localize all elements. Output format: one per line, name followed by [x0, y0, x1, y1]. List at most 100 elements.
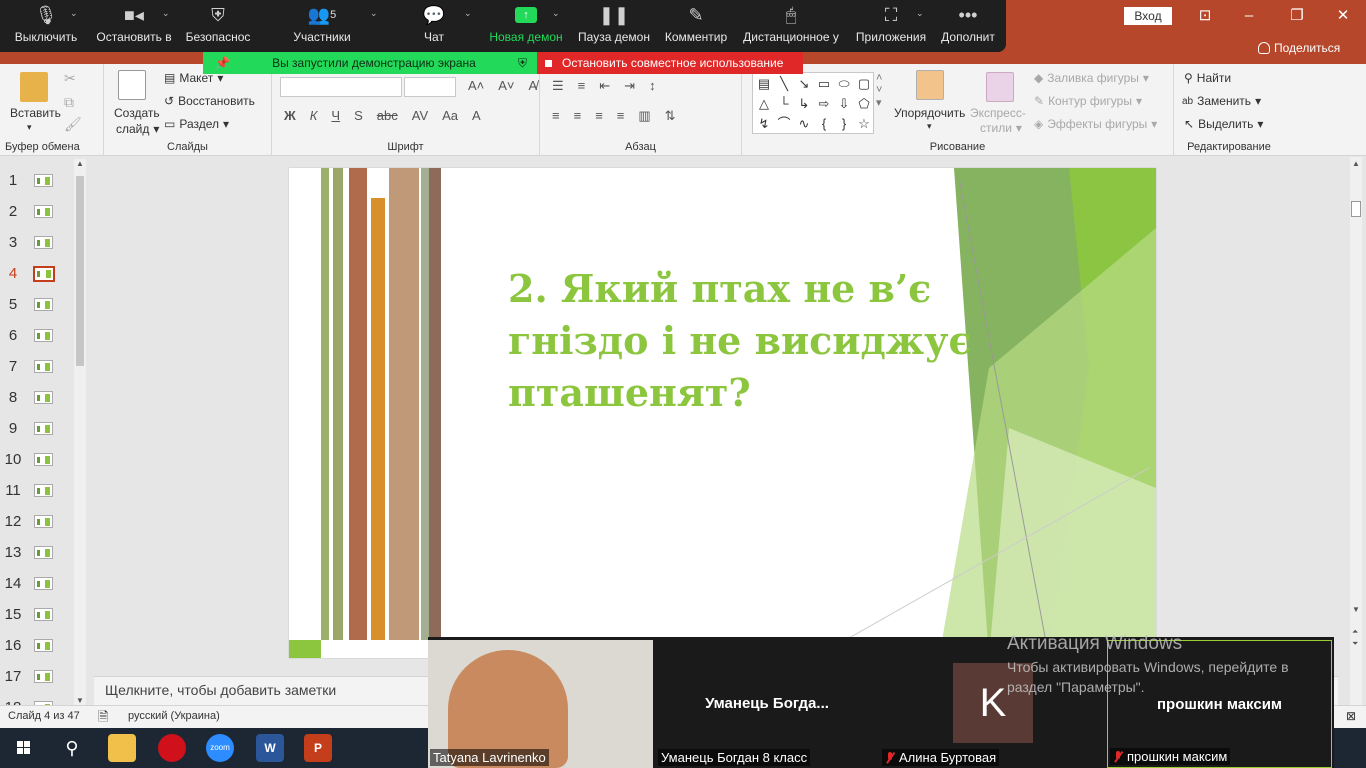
apps-caret-icon[interactable]: ⌄ [916, 8, 924, 19]
thumbnail-image[interactable] [34, 391, 53, 404]
elbow-shape-icon[interactable]: └ [774, 94, 794, 114]
thumbnail-row[interactable]: 16 [0, 635, 70, 657]
cut-icon[interactable]: ✂ [64, 70, 76, 87]
thumbnail-row[interactable]: 3 [0, 232, 70, 254]
thumbnail-row[interactable]: 1 [0, 170, 70, 192]
quick-styles-button-2[interactable]: стили ▾ [980, 121, 1022, 135]
minimize-icon[interactable]: – [1234, 4, 1264, 28]
curve-shape-icon[interactable]: ↯ [754, 114, 774, 134]
bullets-icon[interactable]: ☰ [552, 78, 564, 94]
language-indicator[interactable]: русский (Украина) [128, 710, 220, 722]
shape-effects-button[interactable]: ◈ Эффекты фигуры ▾ [1034, 117, 1157, 131]
text-direction-icon[interactable]: ⇅ [665, 108, 676, 124]
thumbnail-row[interactable]: 13 [0, 542, 70, 564]
stop-share-button[interactable]: Остановить совместное использование [537, 52, 803, 74]
thumbnail-row[interactable]: 9 [0, 418, 70, 440]
thumbnail-image[interactable] [34, 236, 53, 249]
slide-scrollbar[interactable]: ▲ ▼ ⏶ ⏷ [1350, 157, 1362, 705]
shape-outline-button[interactable]: ✎ Контур фигуры ▾ [1034, 94, 1142, 108]
participants-button[interactable]: 👥 5 Участники ⌄ [286, 0, 377, 52]
decrease-indent-icon[interactable]: ⇤ [599, 78, 610, 94]
ribbon-display-icon[interactable]: ⊡ [1190, 4, 1220, 28]
case-icon[interactable]: Aa [442, 108, 458, 123]
shrink-font-icon[interactable]: A˅ [498, 78, 514, 93]
security-button[interactable]: ⛨ Безопаснос [180, 0, 256, 52]
grow-font-icon[interactable]: A˄ [468, 78, 484, 93]
select-button[interactable]: ↖ Выделить ▾ [1184, 117, 1263, 131]
slide-counter[interactable]: Слайд 4 из 47 [8, 710, 80, 722]
slide-scroll-up-icon[interactable]: ▲ [1352, 159, 1360, 168]
textbox-shape-icon[interactable]: ▤ [754, 74, 774, 94]
increase-indent-icon[interactable]: ⇥ [624, 78, 635, 94]
login-button[interactable]: Вход [1124, 7, 1172, 25]
thumbnail-image[interactable] [34, 670, 53, 683]
thumbnail-image[interactable] [34, 205, 53, 218]
numbering-icon[interactable]: ≡ [578, 78, 586, 94]
pentagon-shape-icon[interactable]: ⬠ [854, 94, 874, 114]
share-button[interactable]: Поделиться [1258, 41, 1340, 55]
slide-scroll-down-icon[interactable]: ▼ [1352, 605, 1360, 614]
thumbnails-scrollbar[interactable]: ▲ ▼ [74, 159, 86, 705]
thumbnail-row[interactable]: 17 [0, 666, 70, 688]
thumbnail-row[interactable]: 15 [0, 604, 70, 626]
new-slide-button[interactable]: Создать [114, 106, 160, 120]
thumbnail-image[interactable] [34, 360, 53, 373]
star-shape-icon[interactable]: ☆ [854, 114, 874, 134]
spacing-icon[interactable]: AV [412, 108, 428, 123]
slide-title[interactable]: 2. Який птах не в’є гніздо і не висиджує… [508, 263, 978, 419]
thumbnail-row[interactable]: 11 [0, 480, 70, 502]
clear-format-icon[interactable]: A̸ [529, 78, 538, 93]
columns-icon[interactable]: ▥ [638, 108, 650, 124]
scroll-down-icon[interactable]: ▼ [76, 696, 84, 705]
file-explorer-icon[interactable] [108, 734, 136, 762]
zoom-app-icon[interactable]: zoom [206, 734, 234, 762]
chat-button[interactable]: 💬 Чат ⌄ [410, 0, 472, 52]
video-tile-umanets[interactable]: Уманець Богда... Уманець Богдан 8 класс [656, 640, 878, 768]
line-spacing-icon[interactable]: ↕ [649, 78, 656, 94]
thumbnail-image[interactable] [34, 484, 53, 497]
align-left-icon[interactable]: ≡ [552, 108, 560, 124]
thumbnail-image[interactable] [34, 515, 53, 528]
thumbnail-image[interactable] [34, 453, 53, 466]
shapes-scroll[interactable]: ˄ ˅ ▾ [876, 72, 882, 109]
word-icon[interactable]: W [256, 734, 284, 762]
down-arrow-shape-icon[interactable]: ⇩ [834, 94, 854, 114]
thumbnail-row[interactable]: 6 [0, 325, 70, 347]
annotate-button[interactable]: ✎ Комментир [662, 0, 730, 52]
chat-caret-icon[interactable]: ⌄ [464, 8, 472, 19]
shadow-icon[interactable]: S [354, 108, 363, 123]
shapes-gallery[interactable]: ▤ ╲ ↘ ▭ ⬭ ▢ △ └ ↳ ⇨ ⇩ ⬠ ↯ ⌒ ∿{} ☆ [752, 72, 874, 134]
thumbnail-image[interactable] [34, 639, 53, 652]
left-brace-shape-icon[interactable]: { [814, 114, 834, 134]
rectangle-shape-icon[interactable]: ▭ [814, 74, 834, 94]
triangle-shape-icon[interactable]: △ [754, 94, 774, 114]
wave-shape-icon[interactable]: ∿ [794, 114, 814, 134]
find-button[interactable]: ⚲ Найти [1184, 71, 1231, 85]
thumbnail-image[interactable] [34, 608, 53, 621]
align-center-icon[interactable]: ≡ [574, 108, 582, 124]
prev-slide-icon[interactable]: ⏶ [1352, 627, 1358, 637]
font-family-select[interactable] [280, 77, 402, 97]
thumbnail-row[interactable]: 2 [0, 201, 70, 223]
copy-icon[interactable]: ⧉ [64, 94, 74, 111]
strikethrough-icon[interactable]: abc [377, 108, 398, 123]
thumbnail-image[interactable] [34, 422, 53, 435]
stop-video-button[interactable]: ■◂ Остановить в ⌄ [92, 0, 176, 52]
spellcheck-icon[interactable]: 🗎 [98, 708, 108, 730]
thumbnail-image[interactable] [34, 329, 53, 342]
search-taskbar-icon[interactable]: ⚲ [58, 734, 86, 762]
windows-start-icon[interactable] [10, 734, 38, 762]
video-tile-tatyana[interactable]: Tatyana Lavrinenko [428, 640, 653, 768]
thumbnail-row[interactable]: 7 [0, 356, 70, 378]
connector-shape-icon[interactable]: ↳ [794, 94, 814, 114]
underline-icon[interactable]: Ч [331, 108, 340, 123]
thumbnail-row[interactable]: 8 [0, 387, 70, 409]
italic-icon[interactable]: К [310, 108, 318, 123]
thumbnails-scroll-thumb[interactable] [76, 176, 84, 366]
remote-control-button[interactable]: 🖱 Дистанционное у [740, 0, 842, 52]
more-button[interactable]: ••• Дополнит [936, 0, 1000, 52]
arrange-button[interactable]: Упорядочить [894, 106, 965, 120]
replace-button[interactable]: ab Заменить ▾ [1182, 94, 1261, 108]
align-right-icon[interactable]: ≡ [595, 108, 603, 124]
thumbnail-row[interactable]: 12 [0, 511, 70, 533]
